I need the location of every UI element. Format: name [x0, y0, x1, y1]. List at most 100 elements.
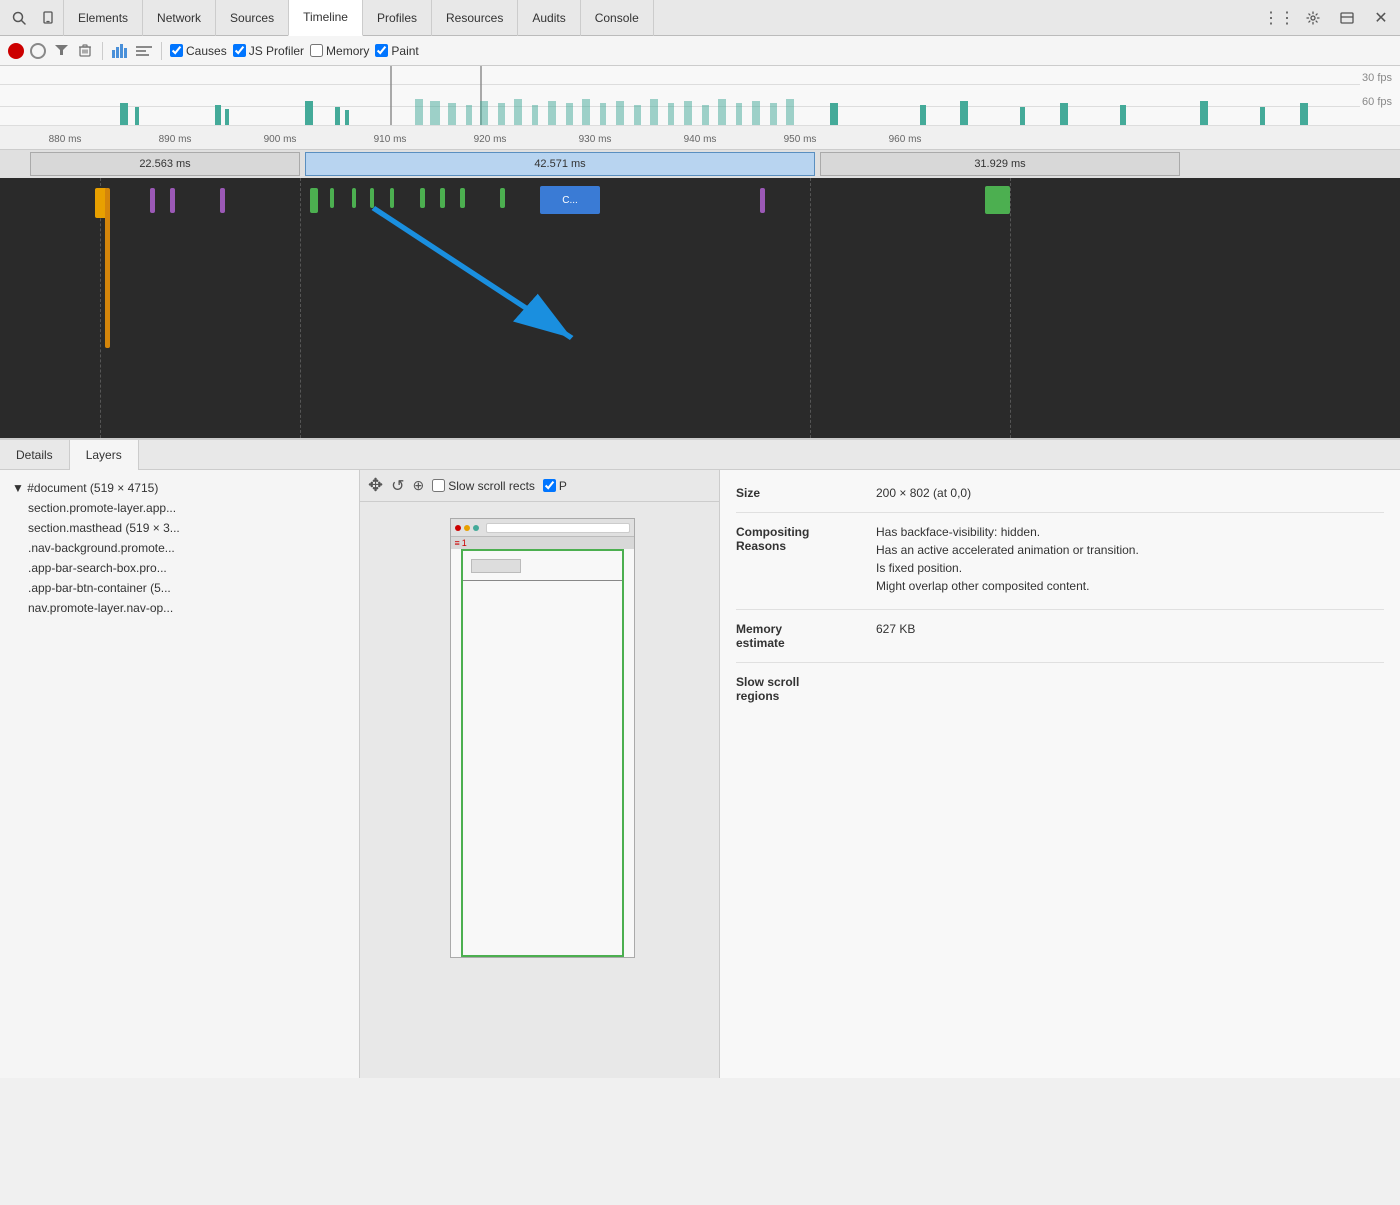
tick-880: 880 ms — [49, 134, 82, 145]
memory-row: Memoryestimate 627 KB — [736, 622, 1384, 663]
separator-1 — [102, 42, 103, 60]
flame-icon[interactable] — [135, 42, 153, 60]
paint-event-1 — [310, 188, 318, 213]
slow-scroll-checkbox[interactable]: Slow scroll rects — [432, 479, 535, 493]
browser-frame: ≡ 1 — [450, 518, 635, 958]
v-line-3 — [810, 178, 811, 438]
compositing-row: CompositingReasons Has backface-visibili… — [736, 525, 1384, 610]
v-line-4 — [1010, 178, 1011, 438]
frame-bar-1[interactable]: 22.563 ms — [30, 152, 300, 176]
tree-item-1[interactable]: section.masthead (519 × 3... — [0, 518, 359, 538]
frame-bar-3[interactable]: 31.929 ms — [820, 152, 1180, 176]
frame-bars: 22.563 ms 42.571 ms 31.929 ms — [0, 150, 1400, 178]
clear-button[interactable] — [76, 42, 94, 60]
settings-icon[interactable] — [1298, 3, 1328, 33]
paint-checkbox[interactable]: Paint — [375, 44, 418, 58]
devtools-nav: Elements Network Sources Timeline Profil… — [0, 0, 1400, 36]
marker-1 — [390, 66, 392, 125]
tick-960: 960 ms — [889, 134, 922, 145]
tab-audits[interactable]: Audits — [517, 0, 580, 36]
expand-icon[interactable]: ⋮⋮ — [1264, 3, 1294, 33]
fps-area: 30 fps 60 fps — [0, 66, 1400, 126]
causes-checkbox[interactable]: Causes — [170, 44, 227, 58]
tab-network[interactable]: Network — [142, 0, 216, 36]
search-icon[interactable] — [4, 3, 34, 33]
tree-item-3[interactable]: .app-bar-search-box.pro... — [0, 558, 359, 578]
slow-scroll-label: Slow scrollregions — [736, 675, 876, 703]
timeline-arrow — [0, 178, 1400, 438]
memory-label: Memoryestimate — [736, 622, 876, 650]
stop-button[interactable] — [30, 43, 46, 59]
tree-item-2[interactable]: .nav-background.promote... — [0, 538, 359, 558]
chart-icon[interactable] — [111, 42, 129, 60]
memory-value: 627 KB — [876, 622, 1384, 650]
size-row: Size 200 × 802 (at 0,0) — [736, 486, 1384, 513]
slow-scroll-row: Slow scrollregions — [736, 675, 1384, 715]
close-icon[interactable]: ✕ — [1366, 3, 1396, 33]
reset-icon[interactable]: ⊕ — [413, 477, 425, 494]
paint-event-4 — [370, 188, 374, 208]
tab-layers[interactable]: Layers — [70, 440, 139, 470]
tab-sources[interactable]: Sources — [215, 0, 289, 36]
tab-profiles[interactable]: Profiles — [362, 0, 432, 36]
layer-info-panel: Size 200 × 802 (at 0,0) CompositingReaso… — [720, 470, 1400, 1078]
tree-item-0[interactable]: section.promote-layer.app... — [0, 498, 359, 518]
layer-preview-canvas: ≡ 1 — [360, 502, 719, 1078]
tick-940: 940 ms — [684, 134, 717, 145]
tick-910: 910 ms — [374, 134, 407, 145]
layer-diagram: ≡ 1 — [430, 518, 650, 958]
render-event-4 — [760, 188, 765, 213]
slow-scroll-value — [876, 675, 1384, 703]
timeline-area: 30 fps 60 fps — [0, 66, 1400, 438]
frame-bar-2[interactable]: 42.571 ms — [305, 152, 815, 176]
v-line-2 — [300, 178, 301, 438]
paint-event-6 — [420, 188, 425, 208]
filter-icon[interactable] — [52, 42, 70, 60]
tick-890: 890 ms — [159, 134, 192, 145]
paint-event-9 — [500, 188, 505, 208]
memory-checkbox[interactable]: Memory — [310, 44, 369, 58]
pan-icon[interactable]: ✥ — [368, 475, 383, 496]
paint-event-7 — [440, 188, 445, 208]
tab-console[interactable]: Console — [580, 0, 654, 36]
selected-layer-rect — [461, 549, 624, 957]
undock-icon[interactable] — [1332, 3, 1362, 33]
paint-event-2 — [330, 188, 334, 208]
composite-event: C... — [540, 186, 600, 214]
size-value: 200 × 802 (at 0,0) — [876, 486, 1384, 500]
preview-toolbar: ✥ ↺ ⊕ Slow scroll rects P — [360, 470, 719, 502]
tree-item-5[interactable]: nav.promote-layer.nav-op... — [0, 598, 359, 618]
rotate-icon[interactable]: ↺ — [391, 476, 404, 496]
tick-930: 930 ms — [579, 134, 612, 145]
render-event-2 — [170, 188, 175, 213]
device-icon[interactable] — [34, 3, 64, 33]
paint-event-3 — [352, 188, 356, 208]
fps-60-line — [0, 106, 1360, 107]
tab-details[interactable]: Details — [0, 440, 70, 470]
tree-item-4[interactable]: .app-bar-btn-container (5... — [0, 578, 359, 598]
size-label: Size — [736, 486, 876, 500]
fps-60-label: 60 fps — [1362, 96, 1392, 108]
tab-elements[interactable]: Elements — [63, 0, 143, 36]
render-event-3 — [220, 188, 225, 213]
tab-resources[interactable]: Resources — [431, 0, 518, 36]
timeline-ruler: 880 ms 890 ms 900 ms 910 ms 920 ms 930 m… — [0, 126, 1400, 150]
record-button[interactable] — [8, 43, 24, 59]
fps-30-label: 30 fps — [1362, 72, 1392, 84]
separator-2 — [161, 42, 162, 60]
js-profiler-checkbox[interactable]: JS Profiler — [233, 44, 304, 58]
paint-event-5 — [390, 188, 394, 208]
timeline-main[interactable]: C... — [0, 178, 1400, 438]
paint-checkbox-2[interactable]: P — [543, 479, 567, 493]
panel-tabs: Details Layers — [0, 440, 1400, 470]
timeline-toolbar: Causes JS Profiler Memory Paint — [0, 36, 1400, 66]
paint-event-8 — [460, 188, 465, 208]
tick-900: 900 ms — [264, 134, 297, 145]
tick-950: 950 ms — [784, 134, 817, 145]
fps-30-line — [0, 84, 1360, 85]
tab-timeline[interactable]: Timeline — [288, 0, 363, 36]
compositing-label: CompositingReasons — [736, 525, 876, 597]
tree-root[interactable]: ▼ #document (519 × 4715) — [0, 478, 359, 498]
tick-920: 920 ms — [474, 134, 507, 145]
compositing-value: Has backface-visibility: hidden. Has an … — [876, 525, 1384, 597]
